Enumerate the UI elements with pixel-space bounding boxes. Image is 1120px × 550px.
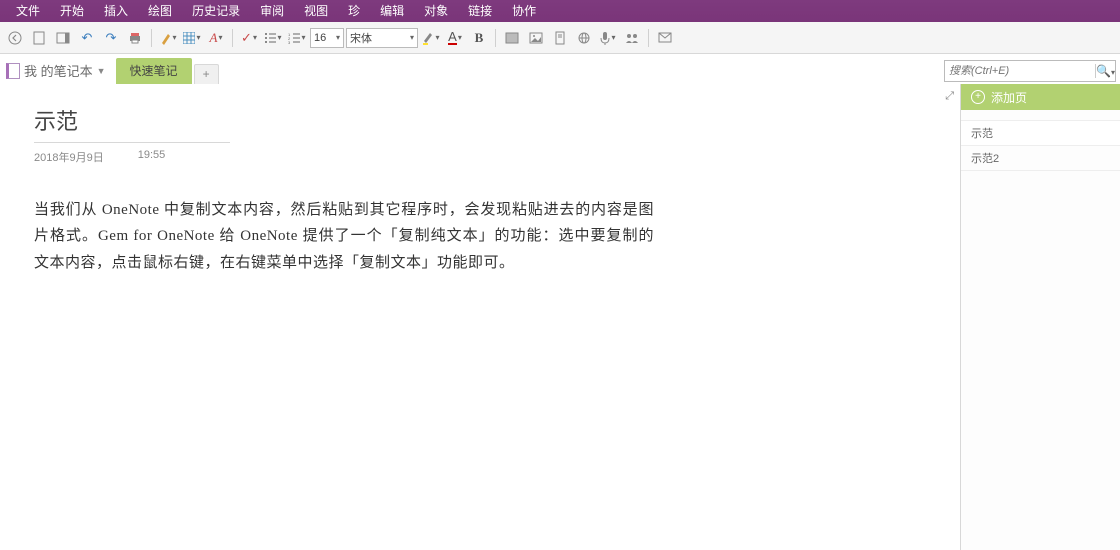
menu-edit[interactable]: 编辑	[370, 0, 414, 22]
notebook-icon	[6, 63, 20, 79]
picture-button[interactable]	[525, 27, 547, 49]
notebook-selector[interactable]: 我 的笔记本 ▼	[0, 61, 112, 84]
undo-button[interactable]: ↶	[76, 27, 98, 49]
page-item-2[interactable]: 示范2	[961, 146, 1120, 171]
page-list-panel: + 添加页 示范 示范2	[960, 84, 1120, 550]
page-title[interactable]: 示范	[34, 104, 960, 136]
back-button[interactable]	[4, 27, 26, 49]
highlight-button[interactable]: ▾	[420, 27, 442, 49]
menu-collab[interactable]: 协作	[502, 0, 546, 22]
bold-button[interactable]: B	[468, 27, 490, 49]
tag-button[interactable]: ✓▾	[238, 27, 260, 49]
screen-clip-button[interactable]	[501, 27, 523, 49]
menu-gem[interactable]: 珍	[338, 0, 370, 22]
menu-file[interactable]: 文件	[6, 0, 50, 22]
link-button[interactable]	[573, 27, 595, 49]
page-item-1[interactable]: 示范	[961, 120, 1120, 146]
audio-button[interactable]: ▾	[597, 27, 619, 49]
chevron-down-icon: ▼	[97, 66, 106, 76]
print-button[interactable]	[124, 27, 146, 49]
font-color-button[interactable]: A▾	[444, 27, 466, 49]
bullet-list-button[interactable]: ▾	[262, 27, 284, 49]
format-painter-button[interactable]: ▾	[157, 27, 179, 49]
plus-icon: +	[971, 90, 985, 104]
font-size-value: 16	[314, 32, 326, 44]
file-attach-button[interactable]	[549, 27, 571, 49]
toolbar: ↶ ↷ ▾ ▾ A▾ ✓▾ ▾ 123▾ 16▾ 宋体▾ ▾ A▾ B ▾	[0, 22, 1120, 54]
tab-quicknotes[interactable]: 快速笔记	[116, 58, 192, 84]
number-list-button[interactable]: 123▾	[286, 27, 308, 49]
search-box[interactable]: 🔍▾	[944, 60, 1116, 82]
menu-home[interactable]: 开始	[50, 0, 94, 22]
email-button[interactable]	[654, 27, 676, 49]
page-date: 2018年9月9日	[34, 149, 104, 165]
notebook-label: 我 的笔记本	[24, 61, 93, 80]
font-name-value: 宋体	[350, 30, 372, 46]
menu-draw[interactable]: 绘图	[138, 0, 182, 22]
section-tabs: 快速笔记 +	[116, 54, 219, 84]
menu-insert[interactable]: 插入	[94, 0, 138, 22]
menu-view[interactable]: 视图	[294, 0, 338, 22]
page-body[interactable]: 当我们从 OneNote 中复制文本内容，然后粘贴到其它程序时，会发现粘贴进去的…	[34, 197, 654, 276]
menu-link[interactable]: 链接	[458, 0, 502, 22]
page-list: 示范 示范2	[961, 120, 1120, 171]
menu-object[interactable]: 对象	[414, 0, 458, 22]
menubar: 文件 开始 插入 绘图 历史记录 审阅 视图 珍 编辑 对象 链接 协作	[0, 0, 1120, 22]
add-page-label: 添加页	[991, 89, 1027, 106]
font-size-select[interactable]: 16▾	[310, 28, 344, 48]
title-underline	[34, 142, 230, 143]
add-page-button[interactable]: + 添加页	[961, 84, 1120, 110]
font-style-button[interactable]: A▾	[205, 27, 227, 49]
dock-icon[interactable]	[52, 27, 74, 49]
fullscreen-icon[interactable]: ⤢	[945, 90, 954, 103]
tab-add[interactable]: +	[194, 64, 219, 84]
font-name-select[interactable]: 宋体▾	[346, 28, 418, 48]
redo-button[interactable]: ↷	[100, 27, 122, 49]
search-icon[interactable]: 🔍▾	[1095, 64, 1115, 78]
main: ⤢ 示范 2018年9月9日 19:55 当我们从 OneNote 中复制文本内…	[0, 84, 1120, 550]
page-canvas[interactable]: ⤢ 示范 2018年9月9日 19:55 当我们从 OneNote 中复制文本内…	[0, 84, 960, 550]
page-time: 19:55	[138, 149, 166, 165]
table-button[interactable]: ▾	[181, 27, 203, 49]
menu-review[interactable]: 审阅	[250, 0, 294, 22]
meeting-button[interactable]	[621, 27, 643, 49]
page-icon[interactable]	[28, 27, 50, 49]
menu-history[interactable]: 历史记录	[182, 0, 250, 22]
search-input[interactable]	[949, 65, 1095, 77]
svg-text:3: 3	[288, 40, 291, 44]
subbar: 我 的笔记本 ▼ 快速笔记 + 🔍▾	[0, 54, 1120, 84]
